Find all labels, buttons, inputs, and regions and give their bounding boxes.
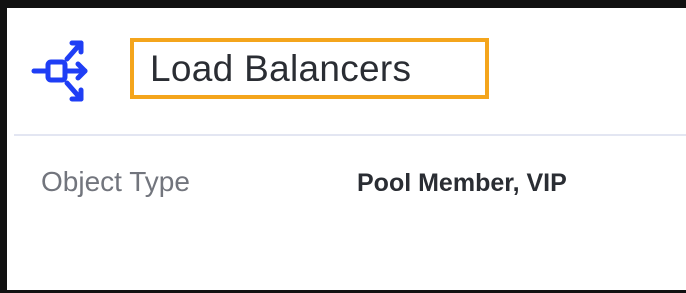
title-highlight-box: Load Balancers xyxy=(130,38,489,99)
page-title: Load Balancers xyxy=(150,48,412,89)
load-balancer-icon xyxy=(31,33,91,109)
panel-frame: Load Balancers Object Type Pool Member, … xyxy=(0,0,686,293)
details-section: Object Type Pool Member, VIP xyxy=(14,136,686,287)
object-type-value: Pool Member, VIP xyxy=(357,169,567,197)
panel-header: Load Balancers xyxy=(14,16,686,136)
object-type-label: Object Type xyxy=(41,166,190,197)
